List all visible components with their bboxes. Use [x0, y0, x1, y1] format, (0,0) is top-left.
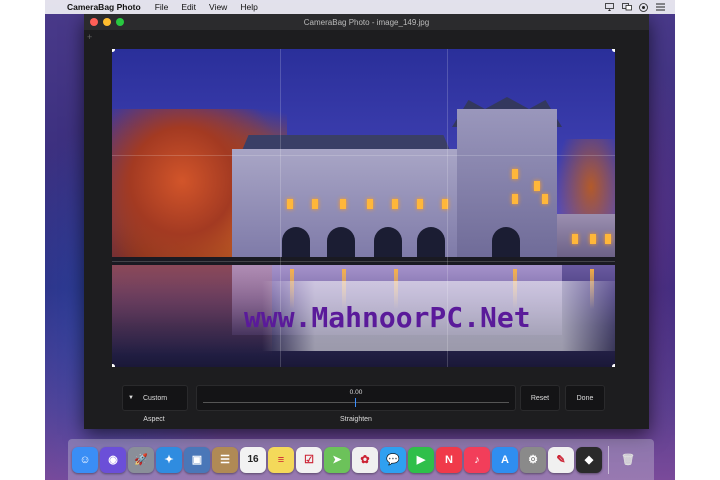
lit-window: [542, 194, 548, 204]
aspect-value: Custom: [142, 394, 168, 402]
window-title: CameraBag Photo - image_149.jpg: [303, 17, 430, 27]
photo-canvas[interactable]: www.MahnoorPC.Net: [112, 49, 615, 367]
lit-window: [392, 199, 398, 209]
crop-handle-top-right[interactable]: [612, 49, 615, 52]
lit-window: [590, 234, 596, 244]
crop-controls: ▼ Custom Aspect 0.00 Straighten Reset Do…: [84, 369, 649, 429]
maps-icon[interactable]: ➤: [324, 446, 350, 473]
menu-bar: CameraBag Photo File Edit View Help: [45, 0, 675, 14]
notes-icon[interactable]: ≡: [268, 446, 294, 473]
photo-preview-icon[interactable]: ▣: [184, 446, 210, 473]
menu-file[interactable]: File: [155, 2, 169, 12]
slider-thumb[interactable]: [355, 398, 356, 407]
dock: ☺ ◉ 🚀 ✦ ▣ ☰ 16 ≡ ☑ ➤ ✿ 💬 ▶ N ♪ A ⚙ ✎ ◆ 🗑: [68, 439, 654, 480]
lit-window: [312, 199, 318, 209]
airplay-icon[interactable]: [605, 3, 614, 11]
lit-window: [340, 199, 346, 209]
lit-window: [605, 234, 611, 244]
menu-view[interactable]: View: [209, 2, 227, 12]
aspect-label: Aspect: [143, 416, 165, 423]
list-icon[interactable]: [656, 3, 665, 11]
aspect-dropdown[interactable]: ▼ Custom: [122, 385, 188, 411]
bridge-arch: [374, 227, 402, 259]
add-icon[interactable]: +: [87, 32, 92, 42]
bridge-arch: [417, 227, 445, 259]
trash-icon[interactable]: 🗑: [615, 447, 641, 473]
reminders-icon[interactable]: ☑: [296, 446, 322, 473]
straighten-value: 0.00: [349, 389, 363, 396]
finder-icon[interactable]: ☺: [72, 446, 98, 473]
facetime-icon[interactable]: ▶: [408, 446, 434, 473]
reset-button[interactable]: Reset: [520, 385, 560, 411]
calendar-icon[interactable]: 16: [240, 446, 266, 473]
camerabag-window: CameraBag Photo - image_149.jpg + www.Ma…: [84, 14, 649, 429]
dock-separator: [608, 445, 609, 474]
photos-icon[interactable]: ✿: [352, 446, 378, 473]
menu-edit[interactable]: Edit: [181, 2, 196, 12]
straighten-slider[interactable]: 0.00: [196, 385, 516, 411]
siri-icon[interactable]: ◉: [100, 446, 126, 473]
menu-help[interactable]: Help: [240, 2, 257, 12]
status-area: [605, 3, 675, 12]
app-menu[interactable]: CameraBag Photo: [67, 2, 141, 12]
messages-icon[interactable]: 💬: [380, 446, 406, 473]
system-preferences-icon[interactable]: ⚙: [520, 446, 546, 473]
straighten-label: Straighten: [340, 416, 372, 423]
app-store-icon[interactable]: A: [492, 446, 518, 473]
lit-window: [512, 169, 518, 179]
title-bar[interactable]: CameraBag Photo - image_149.jpg: [84, 14, 649, 30]
bridge-arch: [492, 227, 520, 259]
watermark-text: www.MahnoorPC.Net: [244, 301, 531, 334]
crop-grid-line: [112, 261, 615, 262]
news-icon[interactable]: N: [436, 446, 462, 473]
lit-window: [417, 199, 423, 209]
display-icon[interactable]: [622, 3, 632, 11]
done-button[interactable]: Done: [565, 385, 605, 411]
siri-icon[interactable]: [639, 3, 648, 12]
lit-window: [572, 234, 578, 244]
crop-handle-bottom-right[interactable]: [612, 364, 615, 367]
camerabag-icon[interactable]: ◆: [576, 446, 602, 473]
slider-track: [203, 402, 509, 403]
textedit-icon[interactable]: ✎: [548, 446, 574, 473]
bridge-arch: [327, 227, 355, 259]
launchpad-icon[interactable]: 🚀: [128, 446, 154, 473]
lit-window: [287, 199, 293, 209]
lit-window: [534, 181, 540, 191]
safari-icon[interactable]: ✦: [156, 446, 182, 473]
lit-window: [512, 194, 518, 204]
crop-grid-line: [112, 155, 615, 156]
crop-handle-bottom-left[interactable]: [112, 364, 115, 367]
bridge-arch: [282, 227, 310, 259]
lit-window: [367, 199, 373, 209]
dropdown-arrow-icon: ▼: [128, 395, 134, 401]
contacts-icon[interactable]: ☰: [212, 446, 238, 473]
music-icon[interactable]: ♪: [464, 446, 490, 473]
